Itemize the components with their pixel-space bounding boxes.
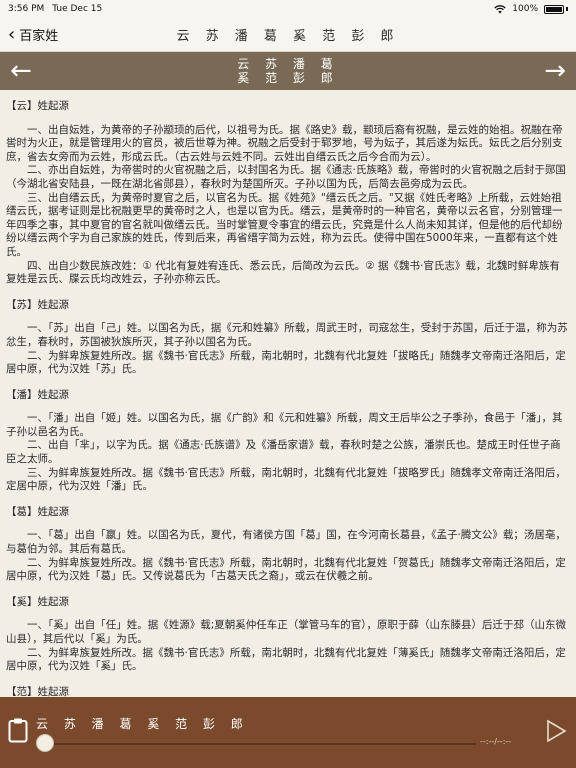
section-paragraph: 二、亦出自妘姓，为帝喾时的火官祝融之后，以封国名为氏。据《通志·氏族略》载，帝喾… <box>6 164 566 190</box>
status-time: 3:56 PM <box>8 4 45 14</box>
previous-arrow-icon[interactable]: ← <box>10 58 32 84</box>
section-title: 【苏】姓起源 <box>6 298 69 311</box>
back-button[interactable]: ‹ 百家姓 <box>0 25 58 44</box>
clipboard-icon[interactable] <box>8 717 28 743</box>
section-paragraph: 三、出自缙云氏，为黄帝时夏官之后，以官名为氏。据《姓苑》"缙云氏之后。"又据《姓… <box>6 191 563 258</box>
section-paragraph: 二、出自「芈」，以字为氏。据《通志·氏族谱》及《潘岳家谱》载，春秋时楚之公族，潘… <box>6 439 561 466</box>
next-arrow-icon[interactable]: → <box>544 58 566 84</box>
battery-percent: 100% <box>512 4 538 14</box>
chevron-left-icon: ‹ <box>8 23 16 45</box>
surname-section: 【潘】姓起源一、「潘」出自「姬」姓。以国名为氏，据《广韵》和《元和姓纂》所载，周… <box>6 389 568 494</box>
surname-section: 【范】姓起源 <box>6 686 568 697</box>
section-paragraph: 一、「葛」出自「嬴」姓。以国名为氏，夏代，有诸侯方国「葛」国，在今河南长葛县，《… <box>6 529 566 556</box>
chapter-title-line1: 云 苏 潘 葛 <box>237 57 339 71</box>
wifi-icon <box>494 4 506 13</box>
surname-section: 【苏】姓起源一、「苏」出自「己」姓。以国名为氏，据《元和姓纂》所载，周武王时，司… <box>6 299 568 377</box>
surname-section: 【云】姓起源一、出自妘姓，为黄帝的子孙颛顼的后代，以祖号为氏。据《路史》载，颛顼… <box>6 100 568 287</box>
play-icon[interactable] <box>544 719 568 743</box>
battery-icon <box>544 4 564 14</box>
section-paragraph: 二、为鲜卑族复姓所改。据《魏书·官氏志》所载，南北朝时，北魏有代北复姓「贺葛氏」… <box>6 556 566 583</box>
section-paragraph: 四、出自少数民族改姓：① 代北有复姓宥连氏、悉云氏，后简改为云氏。② 据《魏书·… <box>6 259 560 286</box>
progress-track[interactable] <box>40 743 476 745</box>
section-paragraph: 一、「潘」出自「姬」姓。以国名为氏，据《广韵》和《元和姓纂》所载，周文王后毕公之… <box>6 412 563 438</box>
back-button-label: 百家姓 <box>19 29 59 44</box>
player-title: 云 苏 潘 葛 奚 范 彭 郎 <box>36 717 249 731</box>
player-time: --:--/--:-- <box>480 737 512 746</box>
section-title: 【潘】姓起源 <box>6 388 69 401</box>
surname-section: 【奚】姓起源一、「奚」出自「任」姓。据《姓源》载;夏朝奚仲任车正（掌管马车的官）… <box>6 596 568 674</box>
section-paragraph: 二、为鲜卑族复姓所改。据《魏书·官氏志》所载，南北朝时，北魏有代北复姓「薄奚氏」… <box>6 646 566 673</box>
progress-slider-thumb[interactable] <box>36 734 54 752</box>
section-paragraph: 一、出自妘姓，为黄帝的子孙颛顼的后代，以祖号为氏。据《路史》载，颛顼后裔有祝融，… <box>6 123 563 163</box>
audio-player: 云 苏 潘 葛 奚 范 彭 郎 --:--/--:-- <box>0 697 576 768</box>
nav-bar: ‹ 百家姓 云 苏 潘 葛 奚 范 彭 郎 <box>0 18 576 52</box>
status-bar: 3:56 PM Tue Dec 15 100% <box>0 0 576 18</box>
chapter-header: ← 云 苏 潘 葛 奚 范 彭 郎 → <box>0 52 576 90</box>
chapter-title: 云 苏 潘 葛 奚 范 彭 郎 <box>237 57 338 85</box>
section-title: 【范】姓起源 <box>6 685 69 697</box>
section-title: 【奚】姓起源 <box>6 595 69 608</box>
article-content[interactable]: 【云】姓起源一、出自妘姓，为黄帝的子孙颛顼的后代，以祖号为氏。据《路史》载，颛顼… <box>0 90 576 697</box>
section-title: 【云】姓起源 <box>6 100 69 112</box>
status-date: Tue Dec 15 <box>52 4 103 14</box>
section-paragraph: 二、为鲜卑族复姓所改。据《魏书·官氏志》所载，南北朝时，北魏有代北复姓「拔略氏」… <box>6 349 566 376</box>
section-paragraph: 三、为鲜卑族复姓所改。据《魏书·官氏志》所载，南北朝时，北魏有代北复姓「拔略罗氏… <box>6 466 566 493</box>
surname-section: 【葛】姓起源一、「葛」出自「嬴」姓。以国名为氏，夏代，有诸侯方国「葛」国，在今河… <box>6 506 568 584</box>
page-title: 云 苏 潘 葛 奚 范 彭 郎 <box>176 29 400 44</box>
battery-tip <box>566 7 568 11</box>
section-title: 【葛】姓起源 <box>6 505 69 518</box>
chapter-title-line2: 奚 范 彭 郎 <box>237 71 339 85</box>
section-paragraph: 一、「苏」出自「己」姓。以国名为氏，据《元和姓纂》所载，周武王时，司寇忿生，受封… <box>6 322 568 348</box>
section-paragraph: 一、「奚」出自「任」姓。据《姓源》载;夏朝奚仲任车正（掌管马车的官），原职于薛（… <box>6 619 567 645</box>
